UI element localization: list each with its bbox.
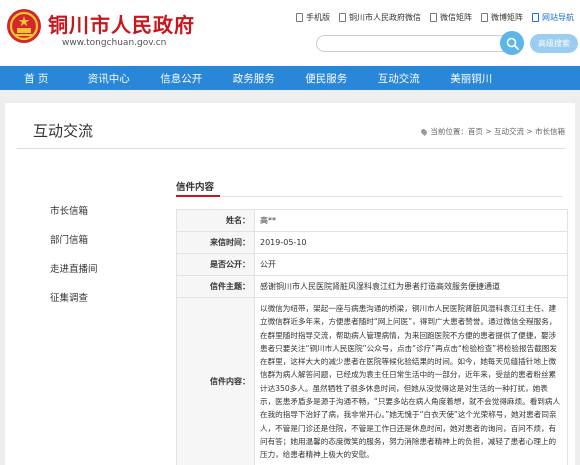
- quick-link-sitemap[interactable]: 网站导航: [532, 12, 574, 23]
- site-header: 铜川市人民政府 www.tongchuan.gov.cn 手机版 铜川市人民政府…: [0, 0, 580, 66]
- field-value: 感谢铜川市人民医院肾脏风湿科袁江红为患者打造高效服务便捷通道: [254, 275, 568, 298]
- field-value: 2019-05-10: [254, 231, 568, 254]
- site-title[interactable]: 铜川市人民政府: [48, 9, 195, 38]
- main-nav: 首 页 资讯中心 信息公开 政务服务 便民服务 互动交流 美丽铜川: [0, 66, 580, 90]
- field-value: 高**: [254, 209, 568, 232]
- nav-info-disclosure[interactable]: 信息公开: [145, 66, 218, 90]
- site-url: www.tongchuan.gov.cn: [62, 38, 167, 48]
- search-button[interactable]: [500, 31, 524, 55]
- sidebar-item-mayor-mailbox[interactable]: 市长信箱: [50, 195, 130, 224]
- field-label: 信件主题：: [176, 275, 255, 298]
- nav-beautiful-tongchuan[interactable]: 美丽铜川: [435, 66, 508, 90]
- wechat-matrix-icon: [430, 13, 437, 22]
- letter-heading: 信件内容: [176, 182, 215, 193]
- quick-links: 手机版 铜川市人民政府微信 微信矩阵 微博矩阵 网站导航: [287, 12, 574, 23]
- quick-link-label: 网站导航: [542, 13, 574, 22]
- content-panel: 互动交流 当前位置：首页 > 互动交流 > 市长信箱 市长信箱 部门信箱 走进直…: [5, 103, 575, 465]
- weibo-matrix-icon: [481, 13, 488, 22]
- field-label: 信件内容：: [176, 297, 255, 465]
- nav-gov-services[interactable]: 政务服务: [218, 66, 291, 90]
- divider: [176, 196, 563, 197]
- table-row: 来信时间： 2019-05-10: [176, 231, 568, 254]
- nav-interaction[interactable]: 互动交流: [363, 66, 436, 90]
- field-value: 公开: [254, 253, 568, 276]
- sidebar: 市长信箱 部门信箱 走进直播间 征集调查: [50, 195, 130, 311]
- phone-icon: [296, 13, 303, 22]
- heading-accent-bar: [176, 195, 220, 197]
- search-input[interactable]: [316, 35, 522, 52]
- advanced-search-button[interactable]: 高级搜索: [530, 34, 578, 53]
- sidebar-item-department-mailbox[interactable]: 部门信箱: [50, 224, 130, 253]
- wechat-icon: [339, 13, 346, 22]
- breadcrumb: 当前位置：首页 > 互动交流 > 市长信箱: [420, 126, 565, 137]
- nav-news[interactable]: 资讯中心: [73, 66, 146, 90]
- nav-public-services[interactable]: 便民服务: [290, 66, 363, 90]
- table-row: 信件内容： 以微信为纽带，架起一座与病患沟通的桥梁，铜川市人民医院肾脏风湿科袁江…: [176, 297, 568, 465]
- table-row: 姓名： 高**: [176, 209, 568, 232]
- quick-link-wechat[interactable]: 铜川市人民政府微信: [339, 12, 421, 23]
- quick-link-label: 微博矩阵: [491, 13, 523, 22]
- quick-link-wechat-matrix[interactable]: 微信矩阵: [430, 12, 472, 23]
- quick-link-weibo-matrix[interactable]: 微博矩阵: [481, 12, 523, 23]
- page-title: 互动交流: [33, 122, 94, 140]
- field-label: 姓名：: [176, 209, 255, 232]
- divider: [17, 148, 565, 149]
- letter-table: 姓名： 高** 来信时间： 2019-05-10 是否公开： 公开 信件主题： …: [176, 209, 568, 465]
- search-icon: [506, 37, 519, 50]
- national-emblem-icon[interactable]: [6, 8, 42, 44]
- quick-link-mobile[interactable]: 手机版: [296, 12, 330, 23]
- table-row: 信件主题： 感谢铜川市人民医院肾脏风湿科袁江红为患者打造高效服务便捷通道: [176, 275, 568, 298]
- sidebar-item-survey[interactable]: 征集调查: [50, 282, 130, 311]
- quick-link-label: 微信矩阵: [440, 13, 472, 22]
- field-label: 是否公开：: [176, 253, 255, 276]
- sitemap-icon: [532, 13, 539, 22]
- nav-home[interactable]: 首 页: [0, 66, 73, 90]
- sidebar-item-live-studio[interactable]: 走进直播间: [50, 253, 130, 282]
- page: 铜川市人民政府 www.tongchuan.gov.cn 手机版 铜川市人民政府…: [0, 0, 580, 465]
- location-icon: [420, 127, 429, 136]
- quick-link-label: 铜川市人民政府微信: [349, 13, 421, 22]
- table-row: 是否公开： 公开: [176, 253, 568, 276]
- breadcrumb-text[interactable]: 当前位置：首页 > 互动交流 > 市长信箱: [430, 126, 565, 137]
- field-label: 来信时间：: [176, 231, 255, 254]
- quick-link-label: 手机版: [306, 13, 330, 22]
- letter-content: 以微信为纽带，架起一座与病患沟通的桥梁，铜川市人民医院肾脏风湿科袁江红主任、建立…: [254, 297, 568, 465]
